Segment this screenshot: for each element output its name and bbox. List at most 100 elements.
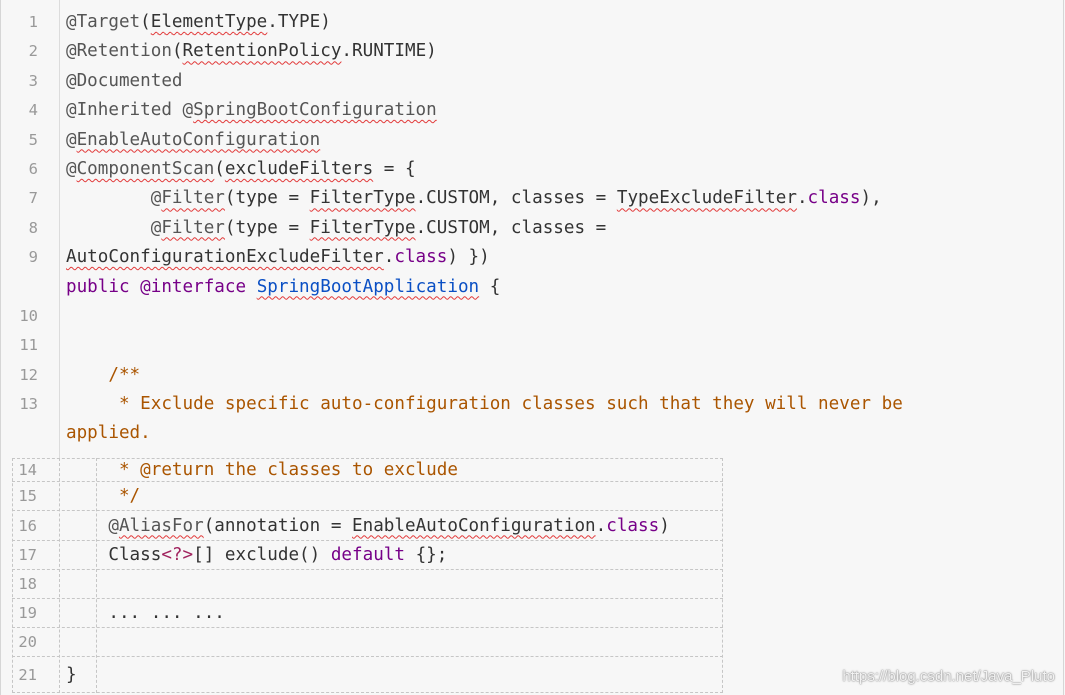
line-number: 13 — [19, 395, 38, 414]
code-token-plain: .TYPE) — [267, 12, 331, 32]
code-line: ... ... ... — [66, 602, 225, 624]
code-line-content: ... ... ... — [66, 599, 225, 627]
line-number: 17 — [18, 546, 37, 564]
code-token-annotation: Filter — [161, 188, 225, 209]
code-token-plain: ) }) — [447, 247, 490, 268]
code-line: @ComponentScan(excludeFilters = { — [66, 155, 1063, 184]
code-row: 13 * Exclude specific auto-configuration… — [0, 390, 1063, 449]
code-token-keyword: @interface — [140, 276, 247, 297]
code-line: AutoConfigurationExcludeFilter.class) }) — [66, 243, 1063, 272]
code-line: @Filter(type = FilterType.CUSTOM, classe… — [66, 184, 1063, 213]
code-token-annotation: Filter — [161, 217, 225, 238]
code-row: 7 @Filter(type = FilterType.CUSTOM, clas… — [0, 184, 1063, 213]
line-number: 10 — [19, 306, 38, 325]
code-token-plain: .RUNTIME) — [341, 41, 437, 62]
code-line: @Target(ElementType.TYPE) — [66, 8, 1063, 37]
code-line-content: @Inherited @SpringBootConfiguration — [66, 96, 1063, 125]
code-token-comment: * @return the classes to exclude — [66, 460, 458, 480]
code-token-plain: .CUSTOM, classes = — [415, 217, 607, 238]
code-token-generic: <?> — [161, 545, 194, 565]
code-token-plain: (type = — [224, 217, 310, 238]
code-line: applied. — [66, 419, 1063, 448]
code-row: 18 — [12, 570, 723, 599]
code-token-plain: = { — [373, 158, 416, 179]
code-row: 16 @AliasFor(annotation = EnableAutoConf… — [12, 511, 723, 541]
code-rows: 1 @Target(ElementType.TYPE) 2 @Retention(Re… — [0, 8, 1063, 449]
code-token-annotation: @ — [66, 158, 77, 179]
code-line-content: @Retention(RetentionPolicy.RUNTIME) — [66, 37, 1063, 66]
code-line: /** — [66, 361, 1063, 390]
code-token-plain: .CUSTOM, classes = — [415, 188, 617, 209]
code-token-comment: */ — [66, 486, 141, 506]
line-number: 14 — [18, 461, 37, 479]
code-token-annotation: @ — [66, 129, 77, 150]
code-line: @EnableAutoConfiguration — [66, 126, 1063, 155]
code-line: @Filter(type = FilterType.CUSTOM, classe… — [66, 214, 1063, 243]
code-row: 19 ... ... ... — [12, 599, 723, 628]
code-row: 2 @Retention(RetentionPolicy.RUNTIME) — [0, 37, 1063, 66]
code-line-content: */ — [66, 482, 140, 510]
code-token-annotation: AliasFor — [118, 515, 204, 536]
line-number: 3 — [28, 71, 38, 90]
code-token-plain: EnableAutoConfiguration — [352, 515, 596, 536]
code-token-plain: ), — [860, 188, 882, 209]
watermark: https://blog.csdn.net/Java_Pluto — [842, 668, 1055, 685]
code-row: 3 @Documented — [0, 67, 1063, 96]
code-line-content: Class<?>[] exclude() default {}; — [66, 541, 447, 569]
code-token-plain: { — [479, 276, 501, 297]
line-number: 2 — [28, 42, 38, 61]
code-rows: 14 * @return the classes to exclude 15 */… — [12, 459, 723, 693]
code-line-content: @ComponentScan(excludeFilters = { — [66, 155, 1063, 184]
code-line-content: @EnableAutoConfiguration — [66, 126, 1063, 155]
code-line-content: @AliasFor(annotation = EnableAutoConfigu… — [66, 511, 669, 540]
code-token-comment: applied. — [66, 423, 151, 444]
line-number: 9 — [28, 248, 38, 267]
line-number: 18 — [18, 575, 37, 593]
code-token-keyword: public — [66, 276, 130, 297]
line-number: 6 — [28, 159, 38, 178]
code-token-plain: . — [595, 515, 607, 536]
code-line-content: AutoConfigurationExcludeFilter.class) })… — [66, 243, 1063, 302]
code-block: 1 @Target(ElementType.TYPE) 2 @Retention(Re… — [0, 0, 1065, 695]
code-row: 10 — [0, 302, 1063, 331]
line-number: 15 — [18, 487, 37, 505]
code-token-plain: (type = — [224, 188, 310, 209]
code-line-content: * @return the classes to exclude — [66, 459, 458, 481]
code-token-keyword: class — [394, 247, 448, 268]
code-row: 17 Class<?>[] exclude() default {}; — [12, 541, 723, 570]
code-line: * @return the classes to exclude — [66, 459, 458, 481]
code-token-plain: (annotation = — [203, 515, 353, 536]
code-row: 9 AutoConfigurationExcludeFilter.class) }… — [0, 243, 1063, 302]
code-token-plain: TypeExcludeFilter — [616, 188, 797, 209]
code-line-content: @Filter(type = FilterType.CUSTOM, classe… — [66, 214, 1063, 243]
code-line-content: @Documented — [66, 67, 1063, 96]
code-token-plain: ( — [140, 12, 151, 32]
code-row: 14 * @return the classes to exclude — [12, 459, 723, 482]
code-line: Class<?>[] exclude() default {}; — [66, 544, 447, 566]
code-line: public @interface SpringBootApplication … — [66, 273, 1063, 302]
code-row: 12 /** — [0, 361, 1063, 390]
code-row: 4 @Inherited @SpringBootConfiguration — [0, 96, 1063, 125]
code-line-content — [66, 302, 1063, 331]
code-row: 1 @Target(ElementType.TYPE) — [0, 8, 1063, 37]
line-number: 21 — [18, 665, 37, 684]
line-number: 4 — [28, 101, 38, 120]
code-line-content: @Filter(type = FilterType.CUSTOM, classe… — [66, 184, 1063, 213]
code-token-plain: FilterType — [309, 188, 416, 209]
code-line: @Inherited @SpringBootConfiguration — [66, 96, 1063, 125]
code-token-annotation: SpringBootConfiguration — [193, 100, 437, 121]
code-token-annotation: @Retention — [66, 41, 172, 62]
code-token-plain: ( — [214, 158, 225, 179]
code-token-annotation: @ — [66, 217, 162, 238]
line-number: 12 — [19, 365, 38, 384]
code-line-content: /** — [66, 361, 1063, 390]
code-row: 20 — [12, 628, 723, 657]
code-token-keyword: default — [330, 545, 405, 565]
line-number: 11 — [19, 336, 38, 355]
code-token-annotation: EnableAutoConfiguration — [76, 129, 321, 150]
line-number: 19 — [18, 604, 37, 622]
code-line: @Retention(RetentionPolicy.RUNTIME) — [66, 37, 1063, 66]
code-token-annotation: @Target — [66, 12, 141, 32]
